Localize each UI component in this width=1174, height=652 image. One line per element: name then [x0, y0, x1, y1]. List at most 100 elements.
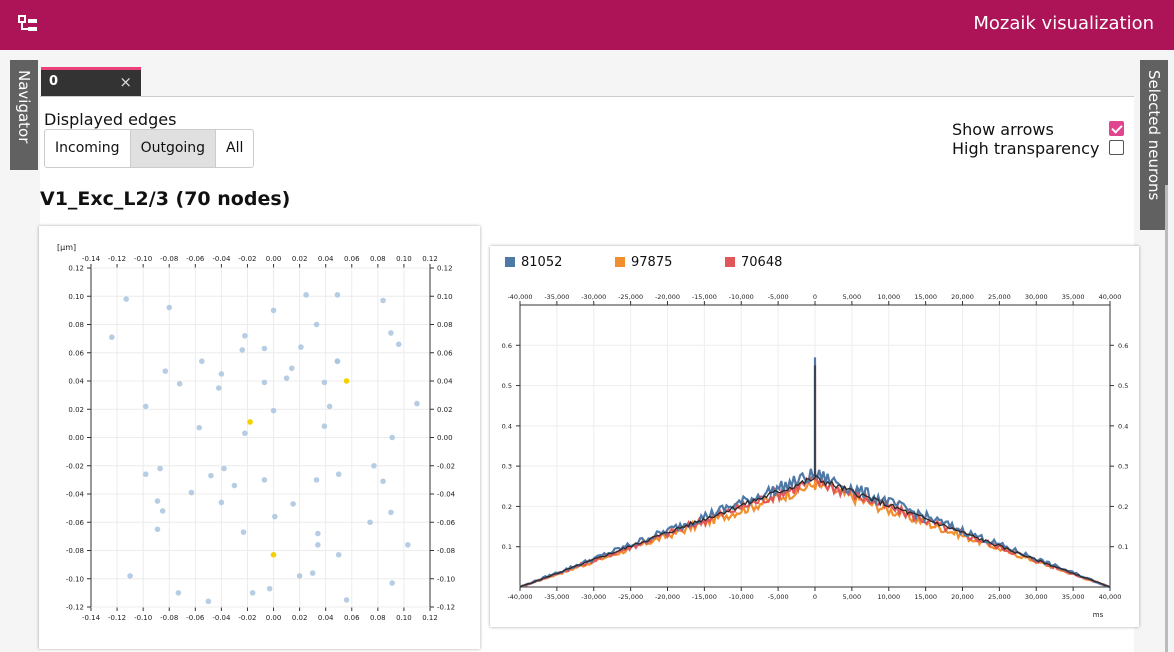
y-tick-label-right: -0.12: [437, 604, 455, 612]
x-tick-label-bottom: 0.04: [318, 614, 334, 622]
x-tick-label-bottom: 40,000: [1099, 593, 1122, 601]
navigator-tab[interactable]: Navigator: [10, 60, 38, 170]
x-tick-label-top: -15,000: [692, 293, 717, 301]
neuron-point: [199, 358, 205, 365]
x-tick-label-bottom: -0.08: [160, 614, 178, 622]
y-tick-label-right: 0.06: [437, 349, 453, 357]
neuron-point: [313, 477, 320, 483]
scatter-card: -0.14 -0.14 -0.12 -0.12 -0.10 -0.10 -0.08 -0.08…: [39, 226, 480, 649]
y-tick-label-right: 0.4: [1118, 422, 1128, 430]
neuron-point: [389, 580, 395, 586]
selected-neuron-point: [343, 378, 350, 384]
neuron-point: [380, 297, 386, 304]
y-tick-label-left: 0.04: [68, 378, 84, 386]
neuron-point: [335, 551, 342, 558]
x-tick-label-top: -25,000: [618, 293, 643, 301]
neuron-point: [240, 529, 247, 535]
x-tick-label-top: 40,000: [1099, 293, 1122, 301]
y-tick-label-right: -0.08: [437, 547, 455, 555]
selected-neurons-tab[interactable]: Selected neurons: [1140, 60, 1168, 230]
neuron-point: [367, 519, 373, 526]
show-arrows-checkbox[interactable]: [1109, 121, 1124, 136]
x-tick-label-bottom: -10,000: [729, 593, 754, 601]
x-tick-label-bottom: -25,000: [618, 593, 643, 601]
y-tick-label-right: -0.04: [437, 491, 456, 499]
scrollbar[interactable]: [1165, 185, 1168, 652]
x-tick-label-bottom: -0.04: [212, 614, 231, 622]
x-tick-label-bottom: 0.08: [370, 614, 386, 622]
header-bar: Mozaik visualization: [0, 0, 1174, 50]
neuron-point: [242, 430, 248, 437]
close-icon[interactable]: ×: [119, 73, 132, 91]
neuron-point: [239, 347, 246, 353]
x-tick-label-bottom: 35,000: [1062, 593, 1085, 601]
x-tick-label-bottom: 0: [813, 593, 817, 601]
y-tick-label-left: -0.04: [66, 491, 85, 499]
edges-toggle-group: Incoming Outgoing All: [44, 129, 255, 168]
x-tick-label-bottom: 5,000: [843, 593, 862, 601]
correlogram-chart[interactable]: -40,000 -40,000 -35,000 -35,000 -30,000 -30,0…: [490, 246, 1139, 627]
sitemap-icon[interactable]: [18, 15, 40, 35]
position-scatter-chart[interactable]: -0.14 -0.14 -0.12 -0.12 -0.10 -0.10 -0.08 -0.08…: [39, 226, 480, 649]
neuron-point: [283, 375, 290, 381]
neuron-point: [249, 590, 256, 596]
x-tick-label-bottom: 10,000: [877, 593, 900, 601]
x-tick-label-bottom: -0.10: [134, 614, 152, 622]
neuron-point: [261, 379, 268, 386]
x-tick-label-bottom: 0.06: [344, 614, 360, 622]
neuron-point: [303, 292, 309, 298]
all-button[interactable]: All: [216, 130, 253, 167]
x-tick-label-top: -0.06: [186, 255, 205, 263]
neuron-point: [288, 365, 295, 372]
neuron-point: [315, 530, 321, 537]
x-tick-label-bottom: -40,000: [507, 593, 532, 601]
legend-item: 70648: [725, 255, 782, 270]
y-tick-label-right: -0.02: [437, 462, 455, 470]
high-transparency-checkbox[interactable]: [1109, 140, 1124, 155]
line-card: -40,000 -40,000 -35,000 -35,000 -30,000 -30,0…: [490, 246, 1139, 627]
x-tick-label-bottom: 20,000: [951, 593, 974, 601]
neuron-point: [315, 542, 321, 548]
x-tick-label-bottom: -0.14: [82, 614, 101, 622]
neuron-point: [231, 482, 238, 489]
neuron-point: [313, 321, 320, 328]
y-tick-label-left: 0.3: [502, 463, 512, 471]
y-tick-label-left: 0.6: [502, 342, 512, 350]
x-tick-label-top: -5,000: [768, 293, 789, 301]
tab-0[interactable]: 0 ×: [41, 67, 141, 96]
outgoing-button[interactable]: Outgoing: [130, 130, 217, 167]
neuron-point: [218, 371, 225, 377]
neuron-point: [157, 465, 163, 472]
neuron-point: [261, 477, 268, 483]
neuron-point: [142, 471, 149, 478]
neuron-point: [296, 573, 303, 579]
x-tick-label-bottom: -0.12: [108, 614, 126, 622]
x-tick-label-bottom: 15,000: [914, 593, 937, 601]
x-tick-label-top: 0: [813, 293, 817, 301]
x-tick-label-bottom: 30,000: [1025, 593, 1048, 601]
incoming-button[interactable]: Incoming: [45, 130, 131, 167]
show-arrows-label: Show arrows: [952, 120, 1054, 139]
y-tick-label-right: 0.04: [437, 378, 453, 386]
y-tick-label-right: 0.1: [1118, 543, 1128, 551]
x-tick-label-top: 0.00: [266, 255, 282, 263]
x-tick-label-bottom: 0.10: [396, 614, 412, 622]
neuron-point: [272, 513, 278, 520]
x-tick-label-top: 0.04: [318, 255, 334, 263]
x-tick-label-bottom: -20,000: [655, 593, 680, 601]
y-tick-label-left: -0.08: [66, 547, 84, 555]
y-tick-label-right: 0.2: [1118, 503, 1128, 511]
neuron-point: [335, 471, 342, 478]
x-tick-label-top: 30,000: [1025, 293, 1048, 301]
x-tick-label-top: -0.08: [160, 255, 178, 263]
tab-divider: [40, 96, 1134, 97]
app-title: Mozaik visualization: [973, 13, 1154, 34]
y-tick-label-left: 0.2: [502, 503, 512, 511]
legend-swatch: [505, 257, 515, 267]
y-tick-label-right: 0.12: [437, 265, 453, 273]
neuron-point: [343, 597, 350, 603]
neuron-point: [159, 508, 166, 514]
selected-neuron-point: [247, 419, 253, 425]
x-tick-label-bottom: 25,000: [988, 593, 1011, 601]
x-tick-label-top: -10,000: [729, 293, 754, 301]
